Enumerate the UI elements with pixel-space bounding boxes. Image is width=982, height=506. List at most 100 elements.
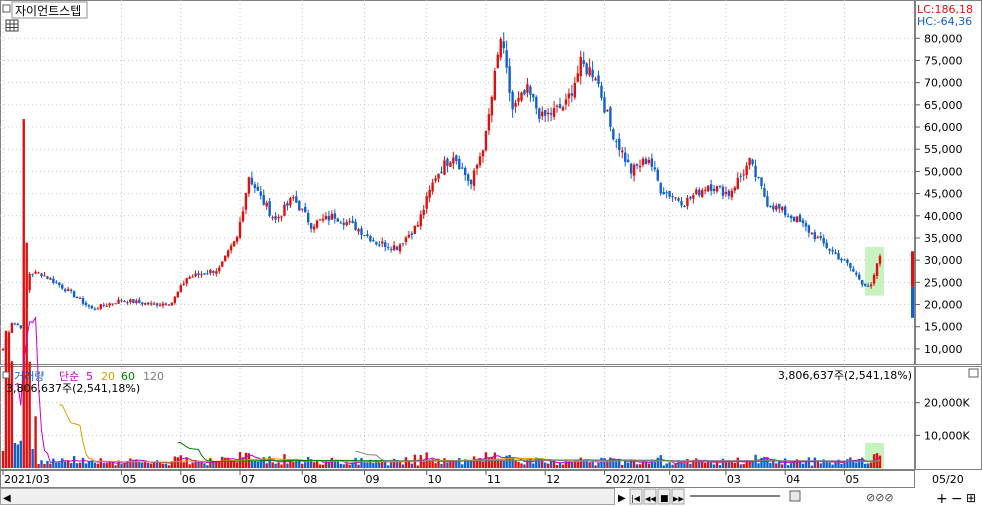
volume-bar xyxy=(386,465,390,468)
zoom-in-icon[interactable]: + xyxy=(936,491,948,506)
date-tick-label: 05 xyxy=(123,473,137,486)
candle-body xyxy=(822,237,825,244)
candle-body xyxy=(464,168,467,176)
candle-body xyxy=(431,182,434,192)
candle-body xyxy=(772,205,775,210)
candle-body xyxy=(120,300,123,302)
volume-bar xyxy=(603,458,606,468)
volume-bar xyxy=(733,462,737,468)
candle-body xyxy=(730,190,734,198)
volume-bar xyxy=(84,463,88,468)
volume-bar xyxy=(558,462,562,468)
candle-body xyxy=(58,282,61,285)
lc-marker xyxy=(911,251,914,287)
scrollbar[interactable] xyxy=(0,488,615,505)
candle-body xyxy=(458,158,461,170)
price-highlight-box xyxy=(865,246,884,296)
price-panel xyxy=(0,0,915,365)
candle-body xyxy=(301,208,304,210)
volume-bar xyxy=(149,463,153,468)
volume-bar xyxy=(274,463,277,468)
volume-bar xyxy=(333,461,337,468)
candle-body xyxy=(363,235,366,237)
candle-body xyxy=(330,213,334,220)
hc-marker xyxy=(911,286,914,318)
candle-body xyxy=(662,191,665,195)
candle-body xyxy=(407,234,411,238)
candle-body xyxy=(309,223,313,229)
volume-bar xyxy=(389,461,393,468)
volume-bar xyxy=(176,457,180,468)
volume-bar xyxy=(19,440,22,468)
candle-body xyxy=(529,86,532,95)
volume-bar xyxy=(807,457,811,468)
candle-body xyxy=(49,278,52,280)
scroll-right-icon[interactable]: ▶ xyxy=(618,493,626,504)
volume-bar xyxy=(561,464,565,468)
candle-body xyxy=(345,222,348,226)
candle-body xyxy=(372,240,375,242)
candle-body xyxy=(357,229,360,232)
volume-bar xyxy=(665,463,668,468)
volume-tick-label: 10,000K xyxy=(924,429,970,442)
volume-bar xyxy=(490,456,494,468)
zoom-slider-handle[interactable] xyxy=(789,490,801,502)
candle-body xyxy=(224,255,227,262)
drawing-tool-icons[interactable]: ⊘⊘⊘ xyxy=(866,491,894,504)
candle-body xyxy=(878,256,882,264)
volume-bar xyxy=(342,464,345,468)
volume-bar xyxy=(514,460,517,468)
candle-body xyxy=(564,99,568,105)
candle-body xyxy=(378,244,381,246)
candle-body xyxy=(1,348,5,351)
volume-bar xyxy=(315,460,319,468)
volume-bar xyxy=(52,458,55,468)
volume-bar xyxy=(816,461,819,468)
menu-square-icon[interactable] xyxy=(2,4,11,13)
hc-label: HC:-64,36 xyxy=(917,15,972,28)
candle-body xyxy=(727,190,731,196)
candle-body xyxy=(588,67,591,76)
volume-bar xyxy=(635,464,639,468)
volume-bar xyxy=(706,461,710,468)
scroll-left-icon[interactable]: ◀ xyxy=(3,493,11,504)
volume-bar xyxy=(4,330,8,468)
volume-bar xyxy=(72,456,76,468)
volume-bar xyxy=(757,463,760,468)
volume-bar xyxy=(81,457,85,468)
volume-bar xyxy=(304,462,307,468)
candle-body xyxy=(653,167,657,170)
volume-bar xyxy=(458,458,461,468)
volume-bar xyxy=(671,464,674,468)
candle-body xyxy=(90,305,94,309)
volume-collapse-icon[interactable] xyxy=(968,368,979,378)
candle-body xyxy=(866,285,870,287)
candle-body xyxy=(549,112,553,115)
volume-bar xyxy=(268,456,271,468)
fit-icon[interactable]: ⊞ xyxy=(966,491,976,505)
candle-body xyxy=(718,185,722,187)
volume-bar xyxy=(834,461,837,468)
volume-bar xyxy=(526,459,529,468)
volume-bar xyxy=(703,462,707,468)
volume-menu-icon[interactable] xyxy=(2,371,10,379)
candle-body xyxy=(469,179,473,185)
volume-bar xyxy=(555,464,559,468)
candle-body xyxy=(410,233,414,235)
candle-body xyxy=(816,237,819,239)
candle-body xyxy=(813,232,817,240)
candle-body xyxy=(701,190,704,198)
candle-body xyxy=(173,296,177,304)
candle-body xyxy=(75,297,79,299)
candle-body xyxy=(449,162,452,167)
zoom-out-icon[interactable]: − xyxy=(951,491,963,506)
candle-body xyxy=(81,298,85,304)
volume-bar xyxy=(235,462,239,468)
stock-title: 자이언트스텝 xyxy=(15,4,81,18)
volume-bar xyxy=(200,462,203,468)
candle-body xyxy=(703,189,707,191)
nav-forward-icon: ▶▶ xyxy=(673,495,684,503)
candle-body xyxy=(200,274,203,276)
table-grid-icon[interactable] xyxy=(5,19,19,32)
volume-bar xyxy=(138,462,141,468)
